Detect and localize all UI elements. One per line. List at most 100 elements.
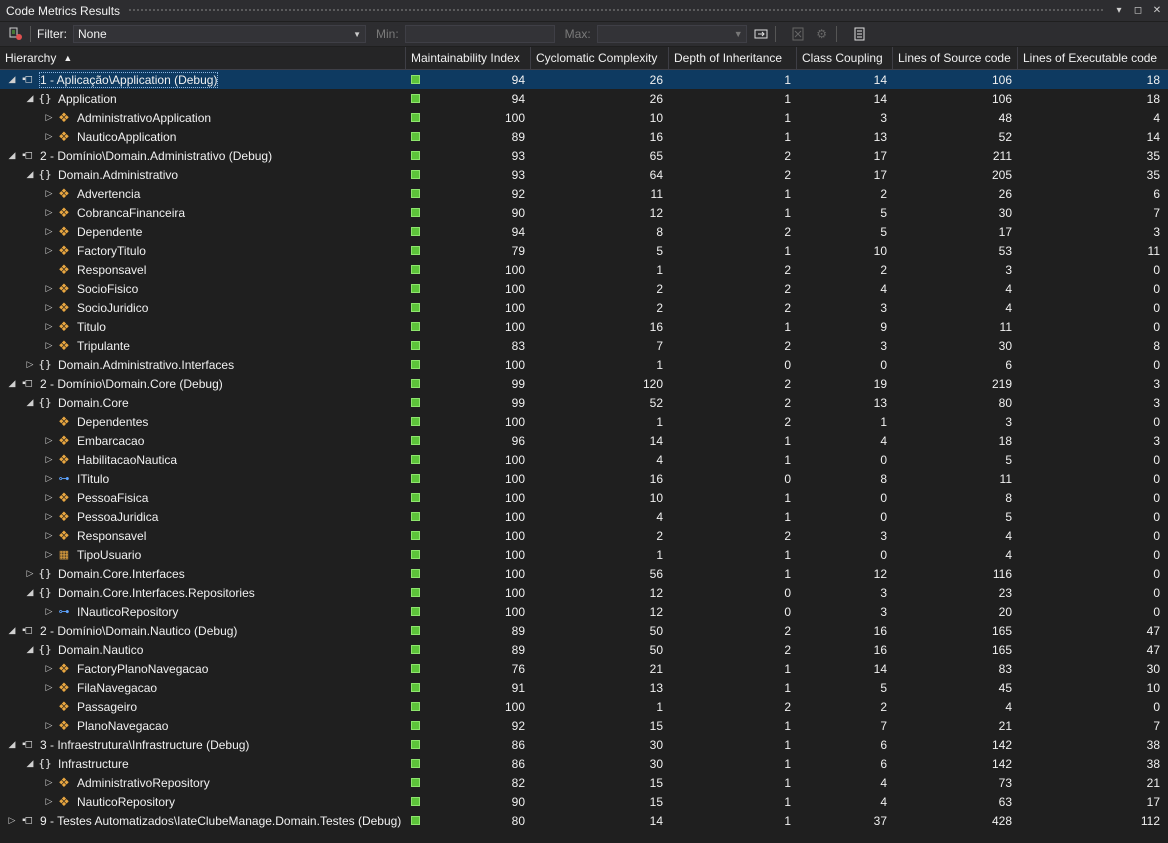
expand-toggle-icon[interactable]: ▷	[43, 283, 55, 294]
header-hierarchy[interactable]: Hierarchy ▲	[0, 47, 406, 69]
table-row[interactable]: ❖ Responsavel 100 1 2 2 3 0	[0, 260, 1168, 279]
expand-toggle-icon[interactable]: ◢	[6, 739, 18, 750]
expand-toggle-icon[interactable]: ◢	[6, 625, 18, 636]
expand-toggle-icon[interactable]: ▷	[43, 663, 55, 674]
drag-grip[interactable]	[128, 8, 1103, 13]
cyclomatic-value: 14	[649, 813, 663, 828]
table-row[interactable]: ▷ ❖ FactoryTitulo 79 5 1 10 53 11	[0, 241, 1168, 260]
column-options-icon[interactable]	[851, 26, 867, 42]
expand-toggle-icon[interactable]: ◢	[6, 378, 18, 389]
expand-toggle-icon[interactable]: ▷	[43, 606, 55, 617]
table-row[interactable]: ▷ ❖ PessoaJuridica 100 4 1 0 5 0	[0, 507, 1168, 526]
table-row[interactable]: ▷ ❖ Tripulante 83 7 2 3 30 8	[0, 336, 1168, 355]
calculate-metrics-icon[interactable]	[8, 26, 24, 42]
expand-toggle-icon[interactable]: ▷	[43, 321, 55, 332]
header-depth-of-inheritance[interactable]: Depth of Inheritance	[669, 47, 797, 69]
table-row[interactable]: ▷ ❖ PlanoNavegacao 92 15 1 7 21 7	[0, 716, 1168, 735]
expand-toggle-icon[interactable]: ◢	[6, 74, 18, 85]
expand-toggle-icon[interactable]: ▷	[43, 454, 55, 465]
table-row[interactable]: ▷ ❖ Responsavel 100 2 2 3 4 0	[0, 526, 1168, 545]
table-row[interactable]: ▷ ❖ SocioFisico 100 2 2 4 4 0	[0, 279, 1168, 298]
table-row[interactable]: ◢ ▪◻ 2 - Domínio\Domain.Administrativo (De…	[0, 146, 1168, 165]
expand-toggle-icon[interactable]: ▷	[43, 226, 55, 237]
table-row[interactable]: ▷ ❖ AdministrativoApplication 100 10 1 3 48 4	[0, 108, 1168, 127]
hierarchy-cell: ▷ ❖ NauticoApplication	[0, 129, 406, 145]
table-row[interactable]: ▷ ▦ TipoUsuario 100 1 1 0 4 0	[0, 545, 1168, 564]
min-input[interactable]	[404, 25, 555, 43]
apply-filter-icon[interactable]	[753, 26, 769, 42]
table-row[interactable]: ▷ ❖ NauticoApplication 89 16 1 13 52 14	[0, 127, 1168, 146]
table-row[interactable]: ▷ ❖ Embarcacao 96 14 1 4 18 3	[0, 431, 1168, 450]
table-row[interactable]: ◢{} Domain.Core.Interfaces.Repositories 10…	[0, 583, 1168, 602]
table-row[interactable]: ❖ Dependentes 100 1 2 1 3 0	[0, 412, 1168, 431]
table-row[interactable]: ▷ ❖ HabilitacaoNautica 100 4 1 0 5 0	[0, 450, 1168, 469]
expand-toggle-icon[interactable]: ◢	[24, 758, 36, 769]
expand-toggle-icon[interactable]: ▷	[43, 302, 55, 313]
table-row[interactable]: ◢{} Domain.Administrativo 93 64 2 17 205 35	[0, 165, 1168, 184]
expand-toggle-icon[interactable]: ◢	[24, 644, 36, 655]
expand-toggle-icon[interactable]: ◢	[24, 169, 36, 180]
header-maintainability-index[interactable]: Maintainability Index	[406, 47, 531, 69]
table-row[interactable]: ▷ ❖ FactoryPlanoNavegacao 76 21 1 14 83 30	[0, 659, 1168, 678]
table-row[interactable]: ◢{} Application 94 26 1 14 106 18	[0, 89, 1168, 108]
max-input[interactable]: ▼	[596, 25, 747, 43]
header-lines-of-source-code[interactable]: Lines of Source code	[893, 47, 1018, 69]
close-icon[interactable]: ✕	[1149, 5, 1165, 16]
expand-toggle-icon[interactable]: ◢	[24, 93, 36, 104]
expand-toggle-icon[interactable]: ▷	[43, 511, 55, 522]
expand-toggle-icon[interactable]: ▷	[43, 720, 55, 731]
expand-toggle-icon[interactable]: ▷	[24, 359, 36, 370]
table-row[interactable]: ▷ ❖ SocioJuridico 100 2 2 3 4 0	[0, 298, 1168, 317]
expand-toggle-icon[interactable]: ▷	[43, 492, 55, 503]
expand-toggle-icon[interactable]: ▷	[43, 473, 55, 484]
table-row[interactable]: ◢ ▪◻ 1 - Aplicação\Application (Debug) 94 26…	[0, 70, 1168, 89]
dropdown-icon[interactable]: ▾	[1111, 5, 1127, 16]
table-row[interactable]: ▷{} Domain.Core.Interfaces 100 56 1 12 116 0	[0, 564, 1168, 583]
expand-toggle-icon[interactable]: ▷	[43, 112, 55, 123]
expand-toggle-icon[interactable]: ▷	[43, 435, 55, 446]
expand-toggle-icon[interactable]: ▷	[43, 340, 55, 351]
table-row[interactable]: ▷ ❖ FilaNavegacao 91 13 1 5 45 10	[0, 678, 1168, 697]
table-row[interactable]: ▷ ❖ Titulo 100 16 1 9 11 0	[0, 317, 1168, 336]
expand-toggle-icon[interactable]: ◢	[24, 587, 36, 598]
table-row[interactable]: ▷ ❖ Dependente 94 8 2 5 17 3	[0, 222, 1168, 241]
expand-toggle-icon[interactable]: ▷	[6, 815, 18, 826]
table-row[interactable]: ◢{} Domain.Core 99 52 2 13 80 3	[0, 393, 1168, 412]
expand-toggle-icon[interactable]: ◢	[24, 397, 36, 408]
settings-icon[interactable]: ⚙	[814, 26, 830, 42]
expand-toggle-icon[interactable]: ▷	[43, 549, 55, 560]
table-row[interactable]: ◢ ▪◻ 2 - Domínio\Domain.Core (Debug) 99 120 2…	[0, 374, 1168, 393]
expand-toggle-icon[interactable]: ▷	[43, 207, 55, 218]
table-row[interactable]: ▷ ❖ AdministrativoRepository 82 15 1 4 73 21	[0, 773, 1168, 792]
table-row[interactable]: ❖ Passageiro 100 1 2 2 4 0	[0, 697, 1168, 716]
header-class-coupling[interactable]: Class Coupling	[797, 47, 893, 69]
coupling-value: 14	[873, 72, 887, 87]
expand-toggle-icon[interactable]: ▷	[43, 188, 55, 199]
excel-export-icon[interactable]	[790, 26, 806, 42]
table-row[interactable]: ▷ ❖ PessoaFisica 100 10 1 0 8 0	[0, 488, 1168, 507]
expand-toggle-icon[interactable]: ▷	[43, 777, 55, 788]
expand-toggle-icon[interactable]: ▷	[43, 682, 55, 693]
maximize-icon[interactable]: ◻	[1130, 5, 1146, 16]
table-row[interactable]: ◢{} Domain.Nautico 89 50 2 16 165 47	[0, 640, 1168, 659]
maintainability-value: 90	[511, 794, 525, 809]
filter-dropdown[interactable]: None ▼	[73, 25, 366, 43]
expand-toggle-icon[interactable]: ▷	[24, 568, 36, 579]
expand-toggle-icon[interactable]: ▷	[43, 530, 55, 541]
table-row[interactable]: ◢{} Infrastructure 86 30 1 6 142 38	[0, 754, 1168, 773]
table-row[interactable]: ▷ ❖ NauticoRepository 90 15 1 4 63 17	[0, 792, 1168, 811]
header-cyclomatic-complexity[interactable]: Cyclomatic Complexity	[531, 47, 669, 69]
table-row[interactable]: ▷ ⊶ INauticoRepository 100 12 0 3 20 0	[0, 602, 1168, 621]
table-row[interactable]: ◢ ▪◻ 3 - Infraestrutura\Infrastructure (De…	[0, 735, 1168, 754]
table-row[interactable]: ▷ ⊶ ITitulo 100 16 0 8 11 0	[0, 469, 1168, 488]
expand-toggle-icon[interactable]: ▷	[43, 245, 55, 256]
header-lines-of-executable-code[interactable]: Lines of Executable code	[1018, 47, 1166, 69]
expand-toggle-icon[interactable]: ◢	[6, 150, 18, 161]
table-row[interactable]: ▷ ❖ CobrancaFinanceira 90 12 1 5 30 7	[0, 203, 1168, 222]
table-row[interactable]: ▷ ❖ Advertencia 92 11 1 2 26 6	[0, 184, 1168, 203]
table-row[interactable]: ◢ ▪◻ 2 - Domínio\Domain.Nautico (Debug) 89 5…	[0, 621, 1168, 640]
table-row[interactable]: ▷{} Domain.Administrativo.Interfaces 100 1 0…	[0, 355, 1168, 374]
expand-toggle-icon[interactable]: ▷	[43, 796, 55, 807]
expand-toggle-icon[interactable]: ▷	[43, 131, 55, 142]
table-row[interactable]: ▷ ▪◻ 9 - Testes Automatizados\IateClubeMan…	[0, 811, 1168, 830]
